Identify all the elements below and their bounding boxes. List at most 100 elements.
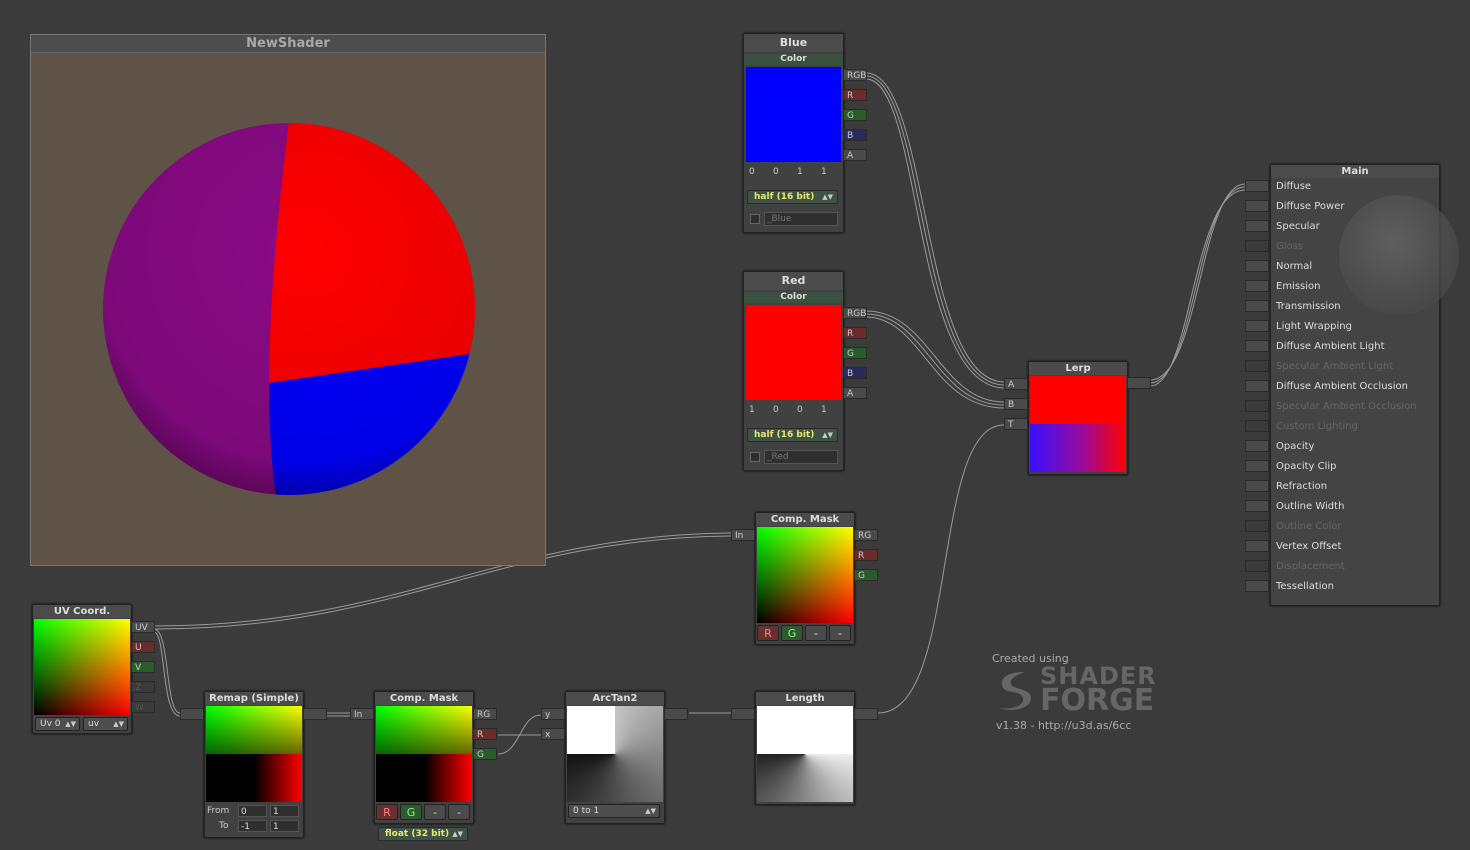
main-port[interactable] — [1245, 420, 1269, 432]
comp-mask-top-port-r[interactable]: R — [854, 549, 878, 561]
arctan2-node[interactable]: ArcTan2 0 to 1 ▲▼ — [565, 691, 665, 824]
comp-mask-top-port-g[interactable]: G — [854, 569, 878, 581]
comp-mask-bottom-b-button[interactable]: - — [424, 804, 446, 820]
main-input-label: Emission — [1276, 281, 1321, 292]
preview-window[interactable]: NewShader — [30, 34, 546, 566]
lerp-node[interactable]: Lerp — [1028, 361, 1128, 475]
comp-mask-bottom-port-r[interactable]: R — [473, 728, 497, 740]
blue-property-name-field[interactable]: _Blue — [764, 212, 838, 226]
main-port[interactable] — [1245, 520, 1269, 532]
red-color-node[interactable]: Red Color 1 0 0 1 half (16 bit) ▲▼ _Red — [743, 271, 844, 471]
uv-coord-node[interactable]: UV Coord. Uv 0 ▲▼ uv ▲▼ — [32, 604, 132, 734]
blue-value-b[interactable]: 1 — [797, 167, 803, 177]
blue-value-r[interactable]: 0 — [749, 167, 755, 177]
main-port[interactable] — [1245, 180, 1269, 192]
lerp-port-t[interactable]: T — [1004, 418, 1028, 430]
remap-from-max-field[interactable]: 1 — [270, 805, 299, 817]
uv-set-dropdown[interactable]: Uv 0 ▲▼ — [35, 717, 80, 731]
main-port[interactable] — [1245, 580, 1269, 592]
main-input-label: Light Wrapping — [1276, 321, 1352, 332]
red-precision-dropdown[interactable]: half (16 bit) ▲▼ — [747, 428, 838, 442]
comp-mask-top-g-button[interactable]: G — [781, 625, 803, 641]
blue-port-r[interactable]: R — [843, 89, 867, 101]
main-port[interactable] — [1245, 460, 1269, 472]
arctan2-port-x[interactable]: x — [541, 728, 565, 740]
length-port-out[interactable] — [854, 708, 878, 720]
red-port-r[interactable]: R — [843, 327, 867, 339]
main-port[interactable] — [1245, 540, 1269, 552]
red-property-checkbox[interactable] — [750, 452, 760, 462]
arctan2-mode-dropdown[interactable]: 0 to 1 ▲▼ — [568, 804, 660, 818]
comp-mask-top-node[interactable]: Comp. Mask R G - - — [755, 512, 855, 645]
blue-swatch[interactable] — [746, 67, 841, 162]
comp-mask-bottom-node[interactable]: Comp. Mask R G - - — [374, 691, 474, 824]
main-port[interactable] — [1245, 500, 1269, 512]
main-port[interactable] — [1245, 260, 1269, 272]
arctan2-port-out[interactable] — [664, 708, 688, 720]
blue-port-b[interactable]: B — [843, 129, 867, 141]
remap-node[interactable]: Remap (Simple) From 0 1 To -1 1 — [204, 691, 304, 838]
comp-mask-bottom-a-button[interactable]: - — [448, 804, 470, 820]
red-value-a[interactable]: 1 — [821, 405, 827, 415]
red-value-g[interactable]: 0 — [773, 405, 779, 415]
red-value-r[interactable]: 1 — [749, 405, 755, 415]
main-port[interactable] — [1245, 340, 1269, 352]
comp-mask-top-b-button[interactable]: - — [805, 625, 827, 641]
main-port[interactable] — [1245, 300, 1269, 312]
blue-value-a[interactable]: 1 — [821, 167, 827, 177]
remap-from-min-field[interactable]: 0 — [238, 805, 267, 817]
main-port[interactable] — [1245, 480, 1269, 492]
blue-color-node[interactable]: Blue Color 0 0 1 1 half (16 bit) ▲▼ _Blue — [743, 33, 844, 233]
blue-port-g[interactable]: G — [843, 109, 867, 121]
red-port-b[interactable]: B — [843, 367, 867, 379]
comp-mask-bottom-r-button[interactable]: R — [376, 804, 398, 820]
uv-port-w[interactable]: W — [131, 701, 155, 713]
main-input-label: Specular — [1276, 221, 1320, 232]
main-port[interactable] — [1245, 440, 1269, 452]
blue-port-rgb[interactable]: RGB — [843, 69, 867, 81]
main-port[interactable] — [1245, 280, 1269, 292]
red-swatch[interactable] — [746, 305, 841, 400]
blue-value-g[interactable]: 0 — [773, 167, 779, 177]
comp-mask-bottom-precision-dropdown[interactable]: float (32 bit) ▲▼ — [378, 827, 468, 841]
red-port-g[interactable]: G — [843, 347, 867, 359]
comp-mask-top-a-button[interactable]: - — [829, 625, 851, 641]
red-value-b[interactable]: 0 — [797, 405, 803, 415]
length-node[interactable]: Length — [755, 691, 855, 805]
uv-port-u[interactable]: U — [131, 641, 155, 653]
main-port[interactable] — [1245, 220, 1269, 232]
lerp-port-b[interactable]: B — [1004, 398, 1028, 410]
main-port[interactable] — [1245, 380, 1269, 392]
main-port[interactable] — [1245, 200, 1269, 212]
remap-to-min-field[interactable]: -1 — [238, 820, 267, 832]
main-port[interactable] — [1245, 560, 1269, 572]
comp-mask-top-port-in[interactable]: In — [731, 529, 755, 541]
uv-port-v[interactable]: V — [131, 661, 155, 673]
red-port-rgb[interactable]: RGB — [843, 307, 867, 319]
lerp-port-a[interactable]: A — [1004, 378, 1028, 390]
arctan2-port-y[interactable]: y — [541, 708, 565, 720]
main-port[interactable] — [1245, 240, 1269, 252]
uv-type-dropdown[interactable]: uv ▲▼ — [83, 717, 128, 731]
remap-port-in[interactable] — [180, 708, 204, 720]
comp-mask-bottom-port-in[interactable]: In — [350, 708, 374, 720]
length-port-in[interactable] — [731, 708, 755, 720]
blue-precision-dropdown[interactable]: half (16 bit) ▲▼ — [747, 190, 838, 204]
red-port-a[interactable]: A — [843, 387, 867, 399]
remap-port-out[interactable] — [303, 708, 327, 720]
main-port[interactable] — [1245, 400, 1269, 412]
blue-port-a[interactable]: A — [843, 149, 867, 161]
comp-mask-bottom-g-button[interactable]: G — [400, 804, 422, 820]
comp-mask-bottom-port-rg[interactable]: RG — [473, 708, 497, 720]
main-port[interactable] — [1245, 360, 1269, 372]
comp-mask-top-port-rg[interactable]: RG — [854, 529, 878, 541]
uv-port-z[interactable]: Z — [131, 681, 155, 693]
lerp-port-out[interactable] — [1127, 377, 1151, 389]
uv-port-uv[interactable]: UV — [131, 621, 155, 633]
remap-to-max-field[interactable]: 1 — [270, 820, 299, 832]
blue-property-checkbox[interactable] — [750, 214, 760, 224]
comp-mask-top-r-button[interactable]: R — [757, 625, 779, 641]
main-port[interactable] — [1245, 320, 1269, 332]
red-property-name-field[interactable]: _Red — [764, 450, 838, 464]
comp-mask-bottom-port-g[interactable]: G — [473, 748, 497, 760]
